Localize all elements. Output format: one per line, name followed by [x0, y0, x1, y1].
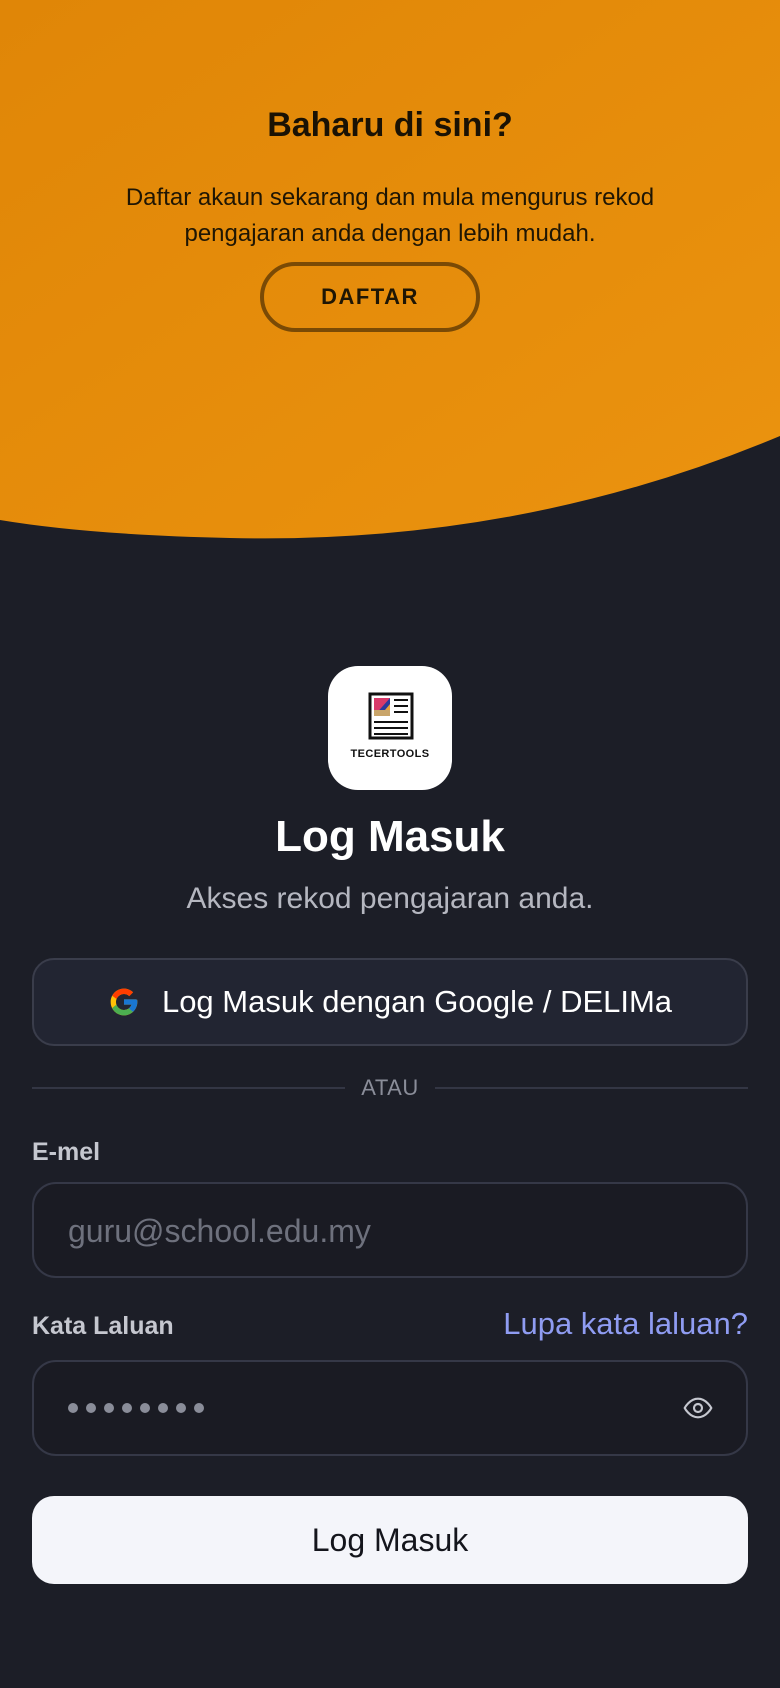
password-mask-dot	[122, 1403, 132, 1413]
email-field-container	[32, 1182, 748, 1278]
logo-text: TECERTOOLS	[350, 748, 430, 760]
document-logo-icon	[368, 692, 414, 740]
google-icon	[108, 986, 140, 1018]
divider-text: ATAU	[361, 1075, 419, 1100]
register-button[interactable]: DAFTAR	[260, 262, 480, 332]
hero-description: Daftar akaun sekarang dan mula mengurus …	[125, 184, 655, 247]
eye-icon[interactable]	[682, 1392, 714, 1424]
password-label: Kata Laluan	[32, 1312, 174, 1340]
google-login-label: Log Masuk dengan Google / DELIMa	[161, 984, 673, 1019]
password-mask-dot	[158, 1403, 168, 1413]
password-mask-dot	[86, 1403, 96, 1413]
password-field[interactable]	[32, 1360, 748, 1456]
password-mask-dot	[194, 1403, 204, 1413]
or-divider: ATAU	[32, 1070, 749, 1106]
page-title: Log Masuk	[275, 812, 505, 861]
divider-line-right	[434, 1087, 749, 1089]
app-logo: TECERTOOLS	[328, 666, 452, 790]
forgot-password-link[interactable]: Lupa kata laluan?	[503, 1306, 748, 1342]
password-mask-dot	[104, 1403, 114, 1413]
hero-title: Baharu di sini?	[267, 106, 513, 144]
login-submit-button[interactable]: Log Masuk	[32, 1496, 748, 1584]
password-mask	[68, 1362, 204, 1454]
email-input[interactable]	[66, 1184, 670, 1278]
password-mask-dot	[68, 1403, 78, 1413]
password-mask-dot	[140, 1403, 150, 1413]
page-subtitle: Akses rekod pengajaran anda.	[186, 882, 594, 915]
password-mask-dot	[176, 1403, 186, 1413]
hero-banner: Baharu di sini? Daftar akaun sekarang da…	[0, 0, 780, 540]
google-login-button[interactable]: Log Masuk dengan Google / DELIMa	[32, 958, 748, 1046]
divider-line-left	[32, 1087, 346, 1089]
email-label: E-mel	[32, 1138, 101, 1166]
